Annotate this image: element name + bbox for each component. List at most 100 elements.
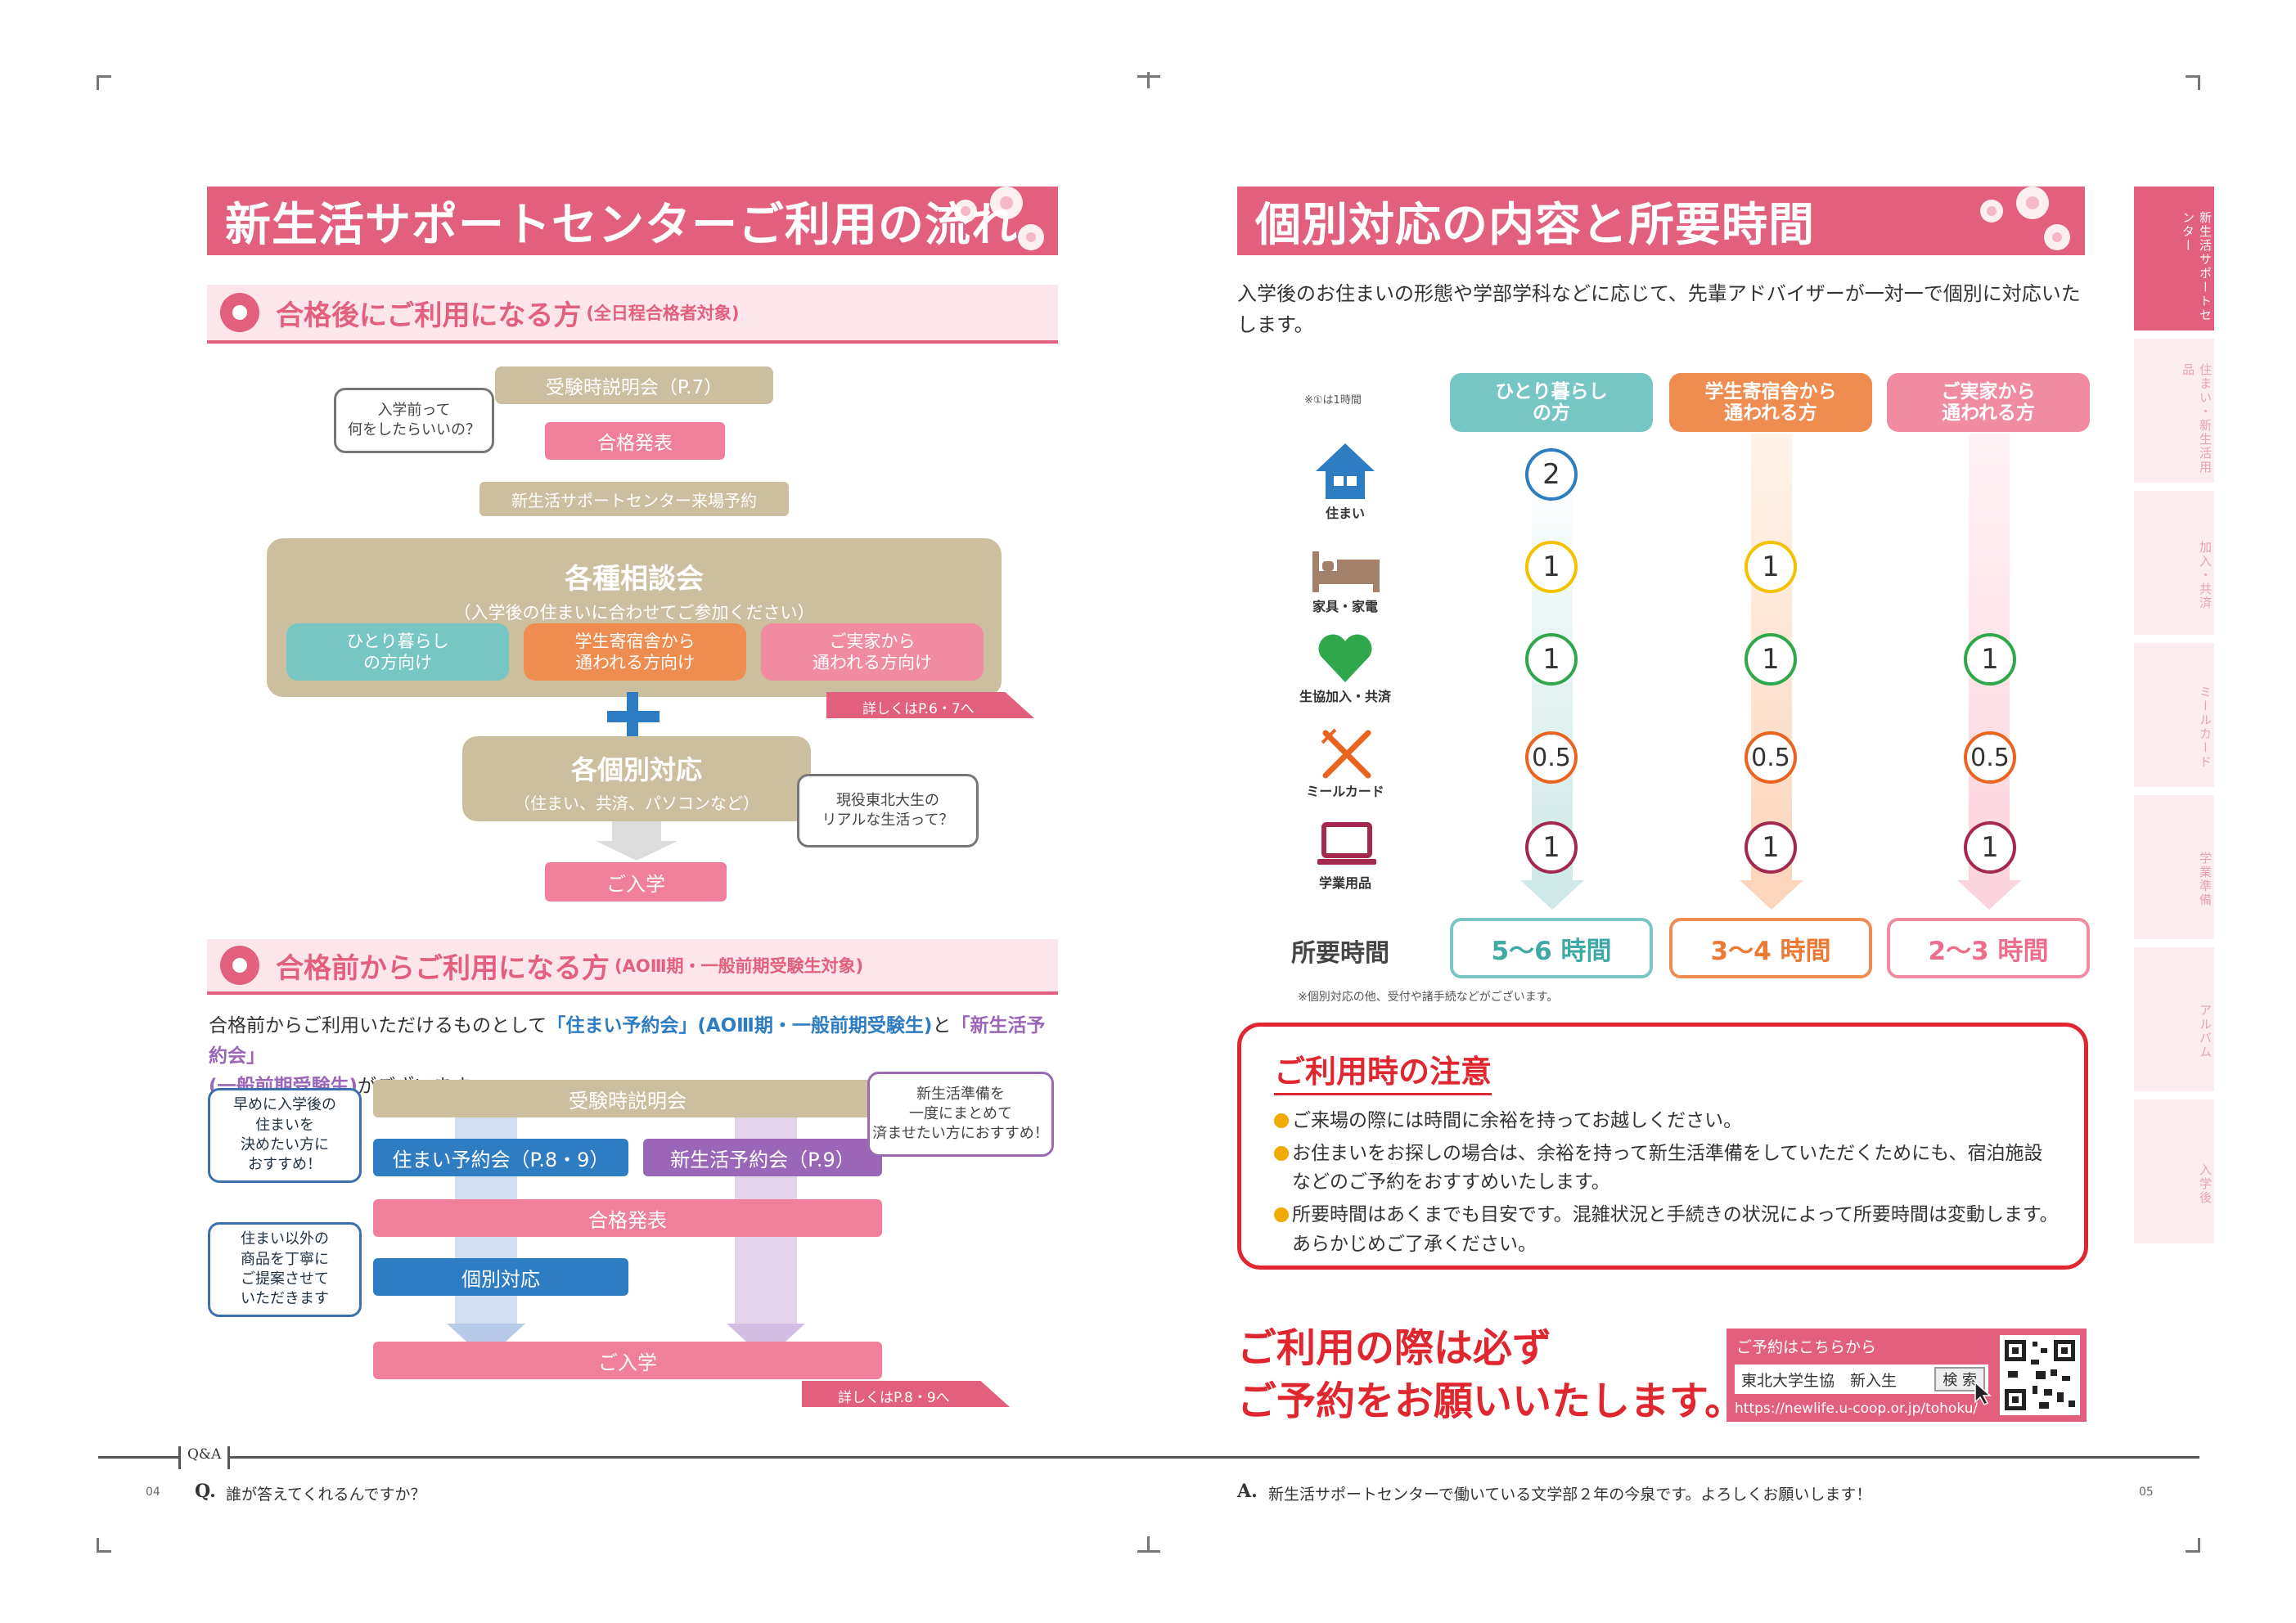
side-tab-active[interactable]: 新生活サポートセンター <box>2134 187 2214 330</box>
crop-mark <box>2186 1550 2200 1553</box>
side-tab[interactable]: 加入・共済 <box>2134 491 2214 635</box>
detail-link-p6-7[interactable]: 詳しくはP.6・7へ <box>826 692 1034 718</box>
row-label-housing: 住まい <box>1325 506 1365 521</box>
flow-bar-results: 合格発表 <box>373 1199 882 1237</box>
caution-list: ご来場の際には時間に余裕を持ってお越しください。 お住まいをお探しの場合は、余裕… <box>1274 1107 2060 1259</box>
side-tab[interactable]: 住まい・新生活用品 <box>2134 339 2214 483</box>
side-tab[interactable]: 学業準備 <box>2134 795 2214 939</box>
column-arrow-head <box>1740 880 1803 910</box>
newlife-reservation-event: 新生活予約会（P.9） <box>643 1139 882 1176</box>
reserve-message: ご利用の際は必ず ご予約をお願いいたします。 <box>1237 1325 1745 1424</box>
flow-bar-exam-briefing: 受験時説明会 <box>373 1080 882 1117</box>
bed-icon <box>1312 551 1380 592</box>
consult-option-single: ひとり暮らし の方向け <box>286 623 509 681</box>
footer-rule <box>98 1456 2199 1459</box>
column-header-dorm: 学生寄宿舎から 通われる方 <box>1669 373 1872 432</box>
flow-arrow <box>596 821 678 861</box>
question-text: 誰が答えてくれるんですか？ <box>226 1486 426 1504</box>
flow-step-exam-briefing: 受験時説明会（P.7） <box>495 366 773 404</box>
time-circle-furniture-dorm: 1 <box>1745 541 1797 593</box>
column-header-home: ご実家から 通われる方 <box>1887 373 2090 432</box>
flower-icon <box>220 293 259 332</box>
time-circle-coop-dorm: 1 <box>1745 633 1797 686</box>
side-tab[interactable]: 入学後 <box>2134 1099 2214 1243</box>
crop-mark <box>2186 75 2200 78</box>
individual-panel: 各個別対応 （住まい、共済、パソコンなど） <box>462 736 811 821</box>
time-note: ※個別対応の他、受付や諸手続などがございます。 <box>1298 991 1559 1004</box>
right-intro: 入学後のお住まいの形態や学部学科などに応じて、先輩アドバイザーが一対一で個別に対… <box>1237 282 2081 337</box>
total-time-single: 5〜6 時間 <box>1450 918 1653 978</box>
flow-step-reservation: 新生活サポートセンター来場予約 <box>479 482 789 516</box>
time-circle-meal-dorm: 0.5 <box>1745 731 1797 784</box>
row-label-study: 学業用品 <box>1318 875 1371 891</box>
flower-decoration <box>1980 187 2070 250</box>
flow-step-results: 合格発表 <box>545 422 725 460</box>
answer-text: 新生活サポートセンターで働いている文学部２年の今泉です。よろしくお願いします！ <box>1268 1486 1872 1504</box>
detail-link-p8-9[interactable]: 詳しくはP.8・9へ <box>802 1381 1010 1407</box>
qa-label: Q&A <box>178 1446 231 1469</box>
caution-title: ご利用時の注意 <box>1274 1046 1492 1095</box>
section1-header: 合格後にご利用になる方 (全日程合格者対象) <box>207 285 1058 344</box>
time-circle-study-single: 1 <box>1525 821 1578 874</box>
crop-mark <box>1137 75 1160 78</box>
time-label: 所要時間 <box>1291 939 1389 968</box>
unit-note: ※①は1時間 <box>1304 394 1362 407</box>
consult-option-home: ご実家から 通われる方向け <box>761 623 984 681</box>
caution-item: お住まいをお探しの場合は、余裕を持って新生活準備をしていただくためにも、宿泊施設… <box>1274 1140 2060 1198</box>
flower-decoration <box>954 187 1044 250</box>
crop-mark <box>97 1550 111 1553</box>
left-page-title: 新生活サポートセンターご利用の流れ <box>207 187 1058 255</box>
crop-mark <box>1147 72 1150 88</box>
speech-bubble: 住まい以外の 商品を丁寧に ご提案させて いただきます <box>208 1222 362 1317</box>
caution-item: ご来場の際には時間に余裕を持ってお越しください。 <box>1274 1107 2060 1136</box>
time-circle-furniture-single: 1 <box>1525 541 1578 593</box>
time-circle-housing-single: 2 <box>1525 448 1578 501</box>
column-header-single: ひとり暮らし の方 <box>1450 373 1653 432</box>
consult-panel: 各種相談会 （入学後の住まいに合わせてご参加ください） ひとり暮らし の方向け … <box>267 538 1002 697</box>
bullet-icon <box>1274 1145 1289 1161</box>
time-circle-meal-single: 0.5 <box>1525 731 1578 784</box>
flow-bar-individual: 個別対応 <box>373 1258 628 1296</box>
plus-icon <box>607 692 660 741</box>
speech-bubble: 早めに入学後の 住まいを 決めたい方に おすすめ！ <box>208 1088 362 1183</box>
side-tab[interactable]: ミールカード <box>2134 643 2214 787</box>
speech-bubble: 現役東北大生の リアルな生活って？ <box>797 774 979 847</box>
qr-code <box>2000 1335 2080 1415</box>
fork-knife-icon <box>1321 728 1371 779</box>
heart-icon <box>1318 634 1372 682</box>
time-circle-meal-home: 0.5 <box>1964 731 2016 784</box>
flow-bar-enroll: ご入学 <box>373 1342 882 1379</box>
answer-mark: A. <box>1237 1481 1258 1502</box>
column-arrow-head <box>1520 880 1584 910</box>
time-circle-study-dorm: 1 <box>1745 821 1797 874</box>
page-number-left: 04 <box>146 1486 160 1499</box>
time-circle-study-home: 1 <box>1964 821 2016 874</box>
consult-option-dorm: 学生寄宿舎から 通われる方向け <box>524 623 746 681</box>
search-input[interactable]: 東北大学生協 新入生 検 索 <box>1735 1364 1988 1394</box>
question-mark: Q. <box>195 1481 216 1502</box>
caution-box: ご利用時の注意 ご来場の際には時間に余裕を持ってお越しください。 お住まいをお探… <box>1237 1023 2088 1270</box>
time-circle-coop-home: 1 <box>1964 633 2016 686</box>
housing-reservation-event: 住まい予約会（P.8・9） <box>373 1139 628 1176</box>
row-label-furniture: 家具・家電 <box>1312 599 1378 614</box>
row-label-mealcard: ミールカード <box>1306 784 1384 799</box>
right-page-title: 個別対応の内容と所要時間 <box>1237 187 2085 255</box>
search-block: ご予約はこちらから 東北大学生協 新入生 検 索 https://newlife… <box>1727 1329 2087 1422</box>
crop-mark <box>97 75 111 78</box>
bullet-icon <box>1274 1207 1289 1222</box>
total-time-dorm: 3〜4 時間 <box>1669 918 1872 978</box>
speech-bubble: 新生活準備を 一度にまとめて 済ませたい方におすすめ！ <box>867 1072 1054 1157</box>
time-circle-coop-single: 1 <box>1525 633 1578 686</box>
row-label-coop: 生協加入・共済 <box>1299 689 1391 704</box>
page-number-right: 05 <box>2139 1486 2154 1499</box>
total-time-home: 2〜3 時間 <box>1887 918 2090 978</box>
column-arrow-head <box>1957 880 2021 910</box>
bullet-icon <box>1274 1113 1289 1128</box>
crop-mark <box>1137 1550 1160 1553</box>
side-tab[interactable]: アルバム <box>2134 947 2214 1091</box>
speech-bubble: 入学前って 何をしたらいいの？ <box>334 388 494 453</box>
section2-header: 合格前からご利用になる方 (AOⅢ期・一般前期受験生対象) <box>207 939 1058 995</box>
flow-step-enroll: ご入学 <box>545 862 727 901</box>
laptop-icon <box>1317 822 1376 865</box>
house-icon <box>1316 443 1375 499</box>
